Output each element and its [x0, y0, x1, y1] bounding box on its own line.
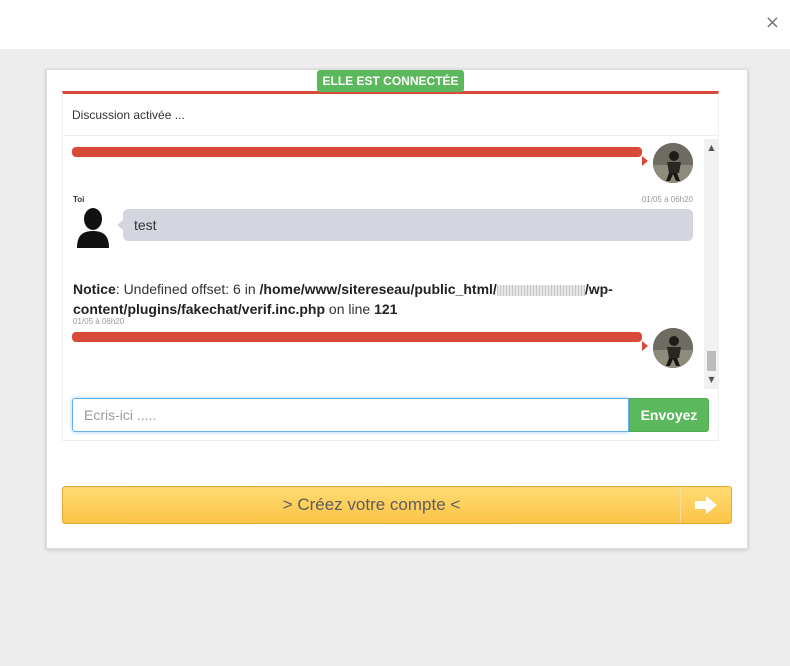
notice-line-text: on line	[325, 301, 375, 317]
incoming-message-bubble	[72, 147, 642, 157]
top-bar: ×	[0, 0, 790, 49]
scrollbar-thumb[interactable]	[707, 351, 716, 371]
person-photo-icon	[653, 143, 693, 183]
close-icon[interactable]: ×	[765, 13, 780, 33]
message-timestamp: 01/05 à 06h20	[641, 195, 693, 204]
create-account-label: > Créez votre compte <	[282, 495, 461, 514]
person-photo-icon	[653, 328, 693, 368]
message-list[interactable]: Toi 01/05 à 06h20 test Notice: Undefined…	[63, 139, 703, 389]
scroll-up-arrow-icon[interactable]: ▲	[704, 141, 719, 155]
php-notice-text: Notice: Undefined offset: 6 in /home/www…	[73, 279, 633, 319]
silhouette-avatar[interactable]	[73, 206, 113, 248]
user-silhouette-icon	[77, 208, 109, 248]
notice-line-number: 121	[374, 301, 398, 317]
scroll-down-arrow-icon[interactable]: ▼	[704, 373, 719, 387]
create-account-button[interactable]: > Créez votre compte <	[62, 486, 732, 524]
bubble-tail	[642, 341, 648, 351]
notice-label: Notice	[73, 281, 116, 297]
send-button[interactable]: Envoyez	[629, 398, 709, 432]
chat-panel: Discussion activée ... Toi 01/05 à 06h20…	[62, 91, 719, 441]
sender-name: Toi	[73, 195, 85, 204]
redacted-path-segment	[496, 284, 585, 296]
chat-message-input[interactable]	[72, 398, 629, 432]
profile-photo-avatar[interactable]	[653, 328, 693, 368]
chat-input-row: Envoyez	[72, 398, 710, 432]
arrow-right-icon	[681, 487, 731, 523]
chat-header: Discussion activée ...	[63, 94, 718, 136]
bubble-tail	[642, 156, 648, 166]
notice-path-start: /home/www/sitereseau/public_html/	[259, 281, 497, 297]
profile-photo-avatar[interactable]	[653, 143, 693, 183]
incoming-message-bubble	[72, 332, 642, 342]
notice-message: : Undefined offset: 6 in	[115, 281, 260, 297]
message-scrollbar[interactable]: ▲ ▼	[704, 139, 719, 389]
outgoing-message-bubble: test	[123, 209, 693, 241]
online-status-badge: ELLE EST CONNECTÉE	[317, 70, 464, 92]
message-timestamp: 01/05 à 06h20	[73, 317, 125, 326]
